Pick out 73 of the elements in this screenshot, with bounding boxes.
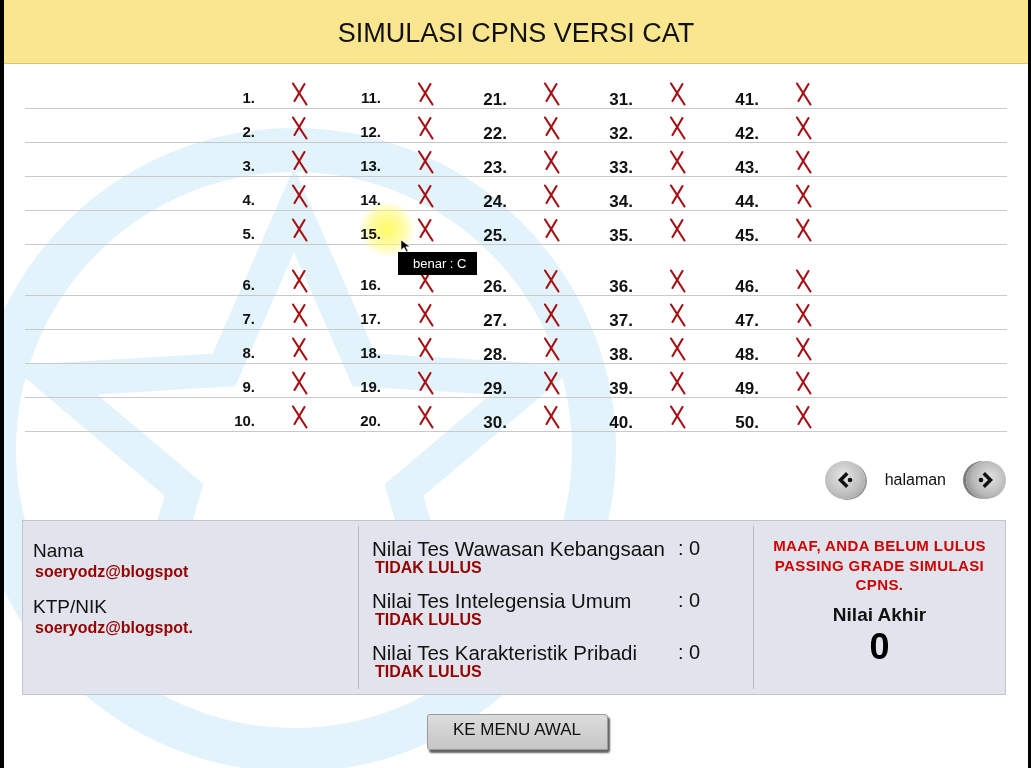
score-value: : 0	[678, 538, 702, 559]
question-number: 34.	[608, 193, 633, 210]
question-number: 29.	[482, 380, 507, 397]
question-number: 33.	[608, 159, 633, 176]
question-number: 7.	[241, 311, 255, 329]
question-number: 5.	[241, 226, 255, 244]
score-status: TIDAK LULUS	[375, 611, 482, 628]
question-number: 38.	[608, 346, 633, 363]
question-number: 41.	[734, 91, 759, 108]
field-value: soeryodz@blogspot.	[35, 618, 194, 638]
question-number: 11.	[359, 90, 381, 108]
question-number: 35.	[608, 227, 633, 244]
question-number: 49.	[734, 380, 759, 397]
question-number: 10.	[233, 413, 255, 431]
main-menu-button[interactable]: KE MENU AWAL	[426, 714, 608, 750]
question-number: 39.	[608, 380, 633, 397]
question-number: 28.	[482, 346, 507, 363]
question-number: 9.	[241, 379, 255, 397]
question-number: 16.	[359, 277, 381, 295]
question-number: 25.	[482, 227, 507, 244]
score-value: : 0	[678, 642, 702, 663]
question-number: 21.	[482, 91, 507, 108]
result-message: MAAF, ANDA BELUM LULUS PASSING GRADE SIMULASI CPNS.	[772, 536, 987, 595]
previous-page-button[interactable]	[824, 461, 865, 499]
question-number: 47.	[734, 312, 759, 329]
question-number: 27.	[482, 312, 507, 329]
question-number: 31.	[608, 91, 633, 108]
question-number: 42.	[734, 125, 759, 142]
answer-tooltip: benar : C	[398, 252, 478, 275]
chevron-right-icon	[977, 471, 995, 489]
question-number: 14.	[359, 192, 381, 210]
question-number: 6.	[241, 277, 255, 295]
cursor-icon	[401, 240, 410, 252]
field-label: Nama	[33, 540, 85, 562]
question-number: 30.	[482, 414, 507, 431]
question-number: 40.	[608, 414, 633, 431]
question-number: 36.	[608, 278, 633, 295]
question-number: 46.	[734, 278, 759, 295]
page-title: SIMULASI CPNS VERSI CAT	[337, 18, 695, 49]
question-number: 20.	[359, 413, 381, 431]
question-number: 23.	[482, 159, 507, 176]
score-status: TIDAK LULUS	[375, 663, 483, 680]
question-number: 48.	[734, 346, 759, 363]
question-number: 3.	[241, 158, 255, 176]
question-number: 15.	[359, 226, 381, 244]
question-number: 32.	[608, 125, 633, 142]
question-number: 26.	[482, 278, 507, 295]
question-number: 17.	[359, 311, 381, 329]
question-number: 43.	[734, 159, 759, 176]
page-label: halaman	[884, 471, 946, 489]
final-score-label: Nilai Akhir	[832, 603, 927, 626]
question-number: 12.	[359, 124, 381, 142]
field-label: KTP/NIK	[33, 596, 108, 618]
score-status: TIDAK LULUS	[375, 559, 483, 576]
question-number: 19.	[359, 379, 381, 397]
question-number: 37.	[608, 312, 633, 329]
question-number: 22.	[482, 125, 507, 142]
score-label: Nilai Tes Wawasan Kebangsaan	[372, 538, 666, 559]
question-number: 2.	[241, 124, 255, 142]
final-score: 0	[869, 626, 890, 667]
field-value: soeryodz@blogspot	[35, 562, 190, 582]
question-number: 8.	[241, 345, 255, 363]
question-number: 44.	[734, 193, 759, 210]
question-number: 18.	[359, 345, 381, 363]
next-page-button[interactable]	[966, 461, 1006, 499]
question-number: 24.	[482, 193, 507, 210]
question-number: 1.	[241, 90, 255, 108]
score-label: Nilai Tes Karakteristik Pribadi	[372, 642, 639, 663]
question-number: 45.	[734, 227, 759, 244]
question-number: 13.	[359, 158, 381, 176]
question-number: 4.	[241, 192, 255, 210]
score-value: : 0	[678, 590, 702, 611]
question-number: 50.	[734, 414, 759, 431]
